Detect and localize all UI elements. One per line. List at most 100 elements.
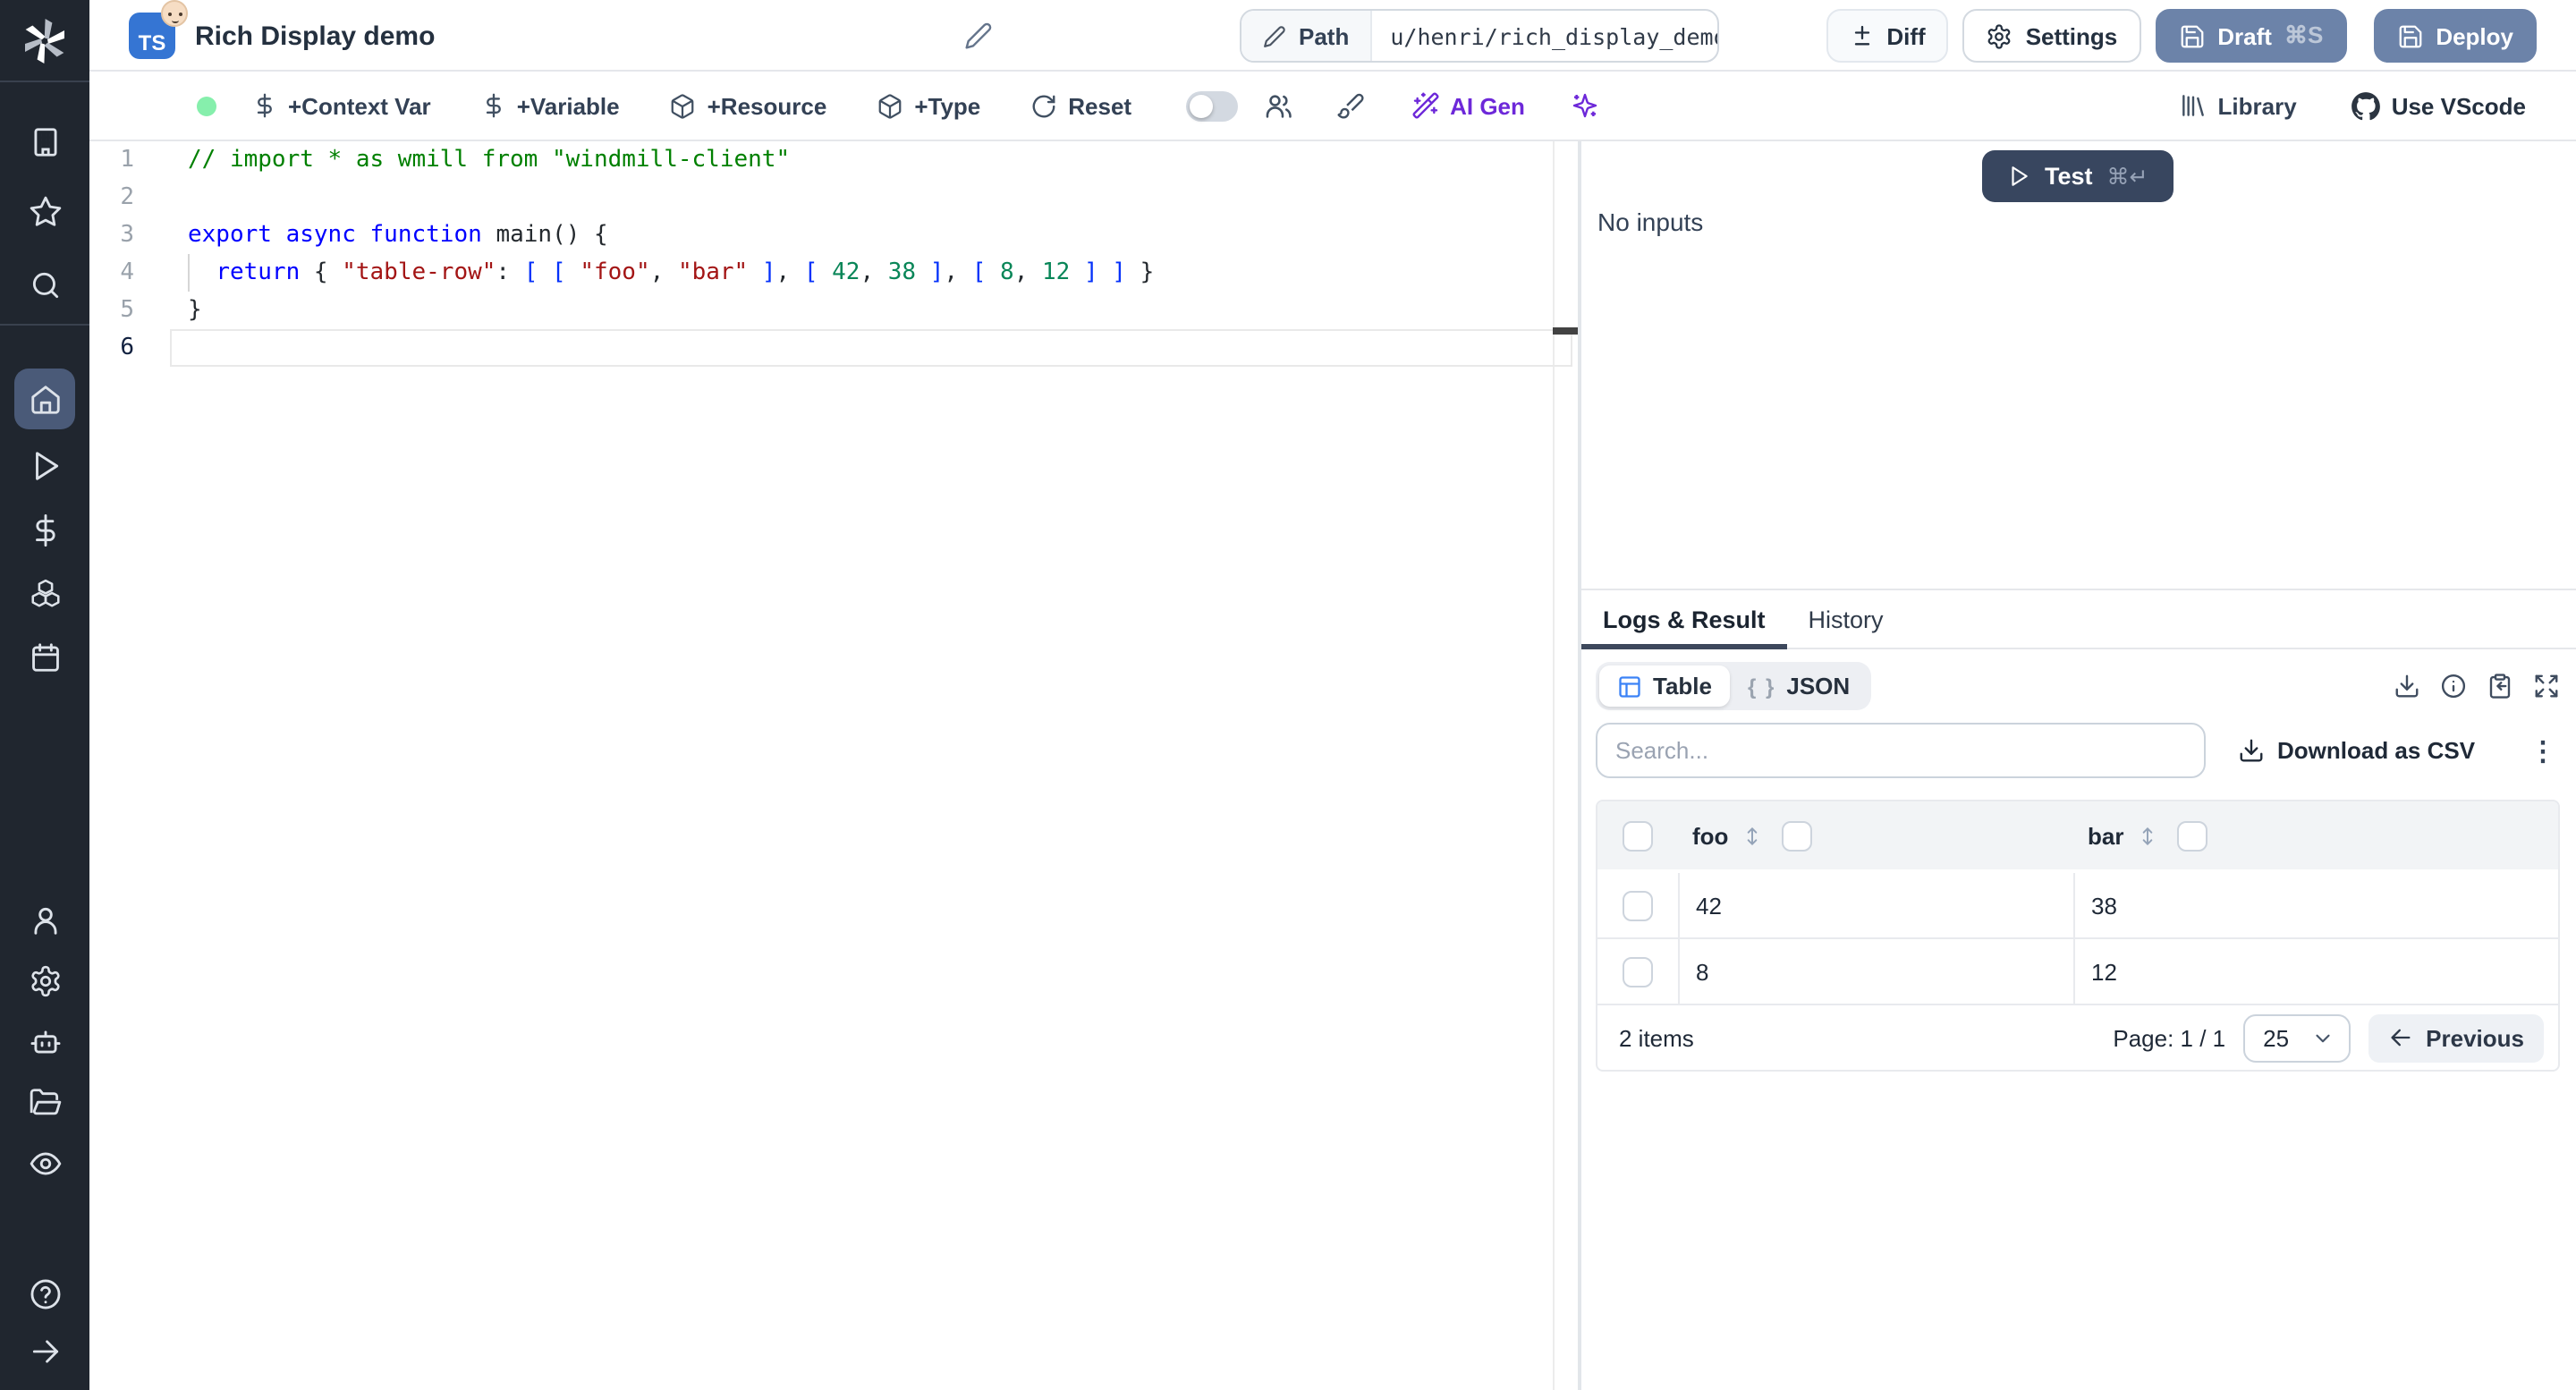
robot-icon bbox=[30, 1030, 60, 1053]
sidebar-item-folders[interactable] bbox=[14, 1072, 75, 1132]
download-csv-button[interactable]: Download as CSV bbox=[2238, 737, 2475, 764]
test-button[interactable]: Test ⌘↵ bbox=[1982, 150, 2174, 202]
sparkles-icon bbox=[1573, 93, 1598, 118]
sidebar-divider bbox=[0, 81, 89, 82]
magic-wand-icon bbox=[1411, 92, 1438, 119]
add-context-var-button[interactable]: +Context Var bbox=[252, 92, 431, 119]
user-icon bbox=[33, 906, 56, 934]
download-result-button[interactable] bbox=[2394, 673, 2420, 699]
baby-emoji-icon bbox=[161, 0, 188, 27]
sidebar-item-schedules[interactable] bbox=[14, 626, 75, 687]
tab-history[interactable]: History bbox=[1787, 590, 1905, 648]
right-panel: Test ⌘↵ No inputs Logs & Result History … bbox=[1581, 141, 2576, 1390]
table-footer: 2 items Page: 1 / 1 25 Previous bbox=[1597, 1005, 2558, 1070]
copy-result-button[interactable] bbox=[2487, 673, 2513, 699]
add-resource-button[interactable]: +Resource bbox=[670, 92, 826, 119]
library-button[interactable]: Library bbox=[2179, 91, 2297, 120]
path-field[interactable]: Path u/henri/rich_display_demo bbox=[1240, 9, 1719, 63]
settings-button[interactable]: Settings bbox=[1962, 9, 2141, 63]
ai-sparkles-button[interactable] bbox=[1572, 91, 1600, 120]
sidebar-item-settings[interactable] bbox=[14, 950, 75, 1011]
table-menu-button[interactable]: ⋮ bbox=[2529, 734, 2556, 767]
sidebar-item-home[interactable] bbox=[14, 369, 75, 429]
github-icon bbox=[2351, 91, 2380, 120]
arrow-right-icon bbox=[31, 1339, 58, 1362]
dollar-icon bbox=[257, 93, 272, 118]
brush-icon bbox=[1336, 93, 1363, 119]
boxes-icon bbox=[30, 578, 59, 606]
play-icon bbox=[35, 451, 58, 479]
sort-foo-button[interactable] bbox=[1741, 824, 1764, 847]
clipboard-import-icon bbox=[2489, 674, 2511, 699]
home-icon bbox=[30, 385, 59, 413]
edit-summary-button[interactable] bbox=[964, 21, 993, 50]
code-editor[interactable]: 1 2 3 4 5 6 // import * as wmill from "windmi… bbox=[89, 141, 1578, 1390]
language-label: TS bbox=[138, 30, 166, 55]
sort-icon bbox=[2143, 826, 2153, 844]
diff-mode-toggle[interactable] bbox=[1185, 90, 1238, 121]
sidebar-item-favorites[interactable] bbox=[14, 181, 75, 242]
sidebar-item-audit[interactable] bbox=[14, 1132, 75, 1193]
add-type-button[interactable]: +Type bbox=[877, 92, 980, 119]
tab-logs-result[interactable]: Logs & Result bbox=[1581, 590, 1787, 649]
result-tabs: Logs & Result History bbox=[1581, 589, 2576, 649]
sort-bar-button[interactable] bbox=[2136, 824, 2159, 847]
table-cell: 12 bbox=[2073, 939, 2558, 1004]
view-json-option[interactable]: { } JSON bbox=[1730, 665, 1868, 707]
eye-icon bbox=[29, 1151, 61, 1174]
sidebar-item-workspace[interactable] bbox=[14, 111, 75, 172]
folder-open-icon bbox=[29, 1088, 61, 1115]
table-header-row: foo bar bbox=[1597, 801, 2558, 869]
expand-icon bbox=[2535, 674, 2558, 698]
windmill-app: TS Rich Display demo Path u/henri/rich_d… bbox=[0, 0, 2576, 1390]
editor-toolbar: +Context Var +Variable +Resource +Type R… bbox=[89, 72, 2576, 141]
sidebar-item-search[interactable] bbox=[14, 254, 75, 315]
table-search-input[interactable] bbox=[1596, 723, 2206, 778]
page-size-select[interactable]: 25 bbox=[2243, 1013, 2351, 1062]
sidebar-item-user[interactable] bbox=[14, 889, 75, 950]
status-dot bbox=[197, 96, 216, 115]
items-count: 2 items bbox=[1619, 1024, 1694, 1051]
ai-gen-button[interactable]: AI Gen bbox=[1411, 91, 1525, 120]
dollar-icon bbox=[35, 513, 55, 547]
column-foo-toggle[interactable] bbox=[1782, 820, 1813, 851]
select-all-checkbox[interactable] bbox=[1623, 820, 1653, 851]
gear-icon bbox=[30, 964, 59, 996]
use-vscode-button[interactable]: Use VScode bbox=[2351, 90, 2526, 121]
previous-page-button[interactable]: Previous bbox=[2368, 1013, 2544, 1062]
format-button[interactable] bbox=[1335, 91, 1364, 120]
sort-icon bbox=[1748, 826, 1758, 844]
table-icon bbox=[1619, 675, 1640, 697]
save-icon bbox=[2180, 24, 2203, 47]
code-line: // import * as wmill from "windmill-clie… bbox=[188, 147, 791, 174]
save-icon bbox=[2398, 24, 2421, 47]
sidebar-item-runs[interactable] bbox=[14, 435, 75, 496]
sidebar-item-variables[interactable] bbox=[14, 499, 75, 560]
braces-icon: { } bbox=[1748, 674, 1776, 699]
result-info-button[interactable] bbox=[2440, 673, 2467, 699]
chevron-down-icon bbox=[2316, 1033, 2330, 1042]
sidebar-item-resources[interactable] bbox=[14, 564, 75, 624]
code-lines: // import * as wmill from "windmill-clie… bbox=[188, 141, 1154, 367]
reset-button[interactable]: Reset bbox=[1030, 92, 1131, 119]
sidebar-collapse-button[interactable] bbox=[14, 1320, 75, 1381]
line-number: 2 bbox=[120, 184, 134, 211]
diff-button[interactable]: Diff bbox=[1826, 9, 1949, 63]
column-bar-toggle[interactable] bbox=[2177, 820, 2208, 851]
sidebar-item-workers[interactable] bbox=[14, 1011, 75, 1072]
draft-button[interactable]: Draft ⌘S bbox=[2155, 9, 2347, 63]
windmill-logo[interactable] bbox=[0, 0, 89, 81]
multiplayer-button[interactable] bbox=[1262, 90, 1292, 121]
deploy-button[interactable]: Deploy bbox=[2373, 9, 2537, 63]
path-label: Path bbox=[1299, 22, 1350, 49]
add-variable-button[interactable]: +Variable bbox=[481, 92, 620, 119]
row-checkbox[interactable] bbox=[1623, 890, 1653, 920]
row-checkbox[interactable] bbox=[1623, 956, 1653, 987]
sidebar-item-help[interactable] bbox=[14, 1263, 75, 1324]
view-table-option[interactable]: Table bbox=[1599, 665, 1730, 707]
expand-result-button[interactable] bbox=[2533, 673, 2560, 699]
play-icon bbox=[2012, 166, 2028, 186]
package-icon bbox=[878, 93, 902, 118]
